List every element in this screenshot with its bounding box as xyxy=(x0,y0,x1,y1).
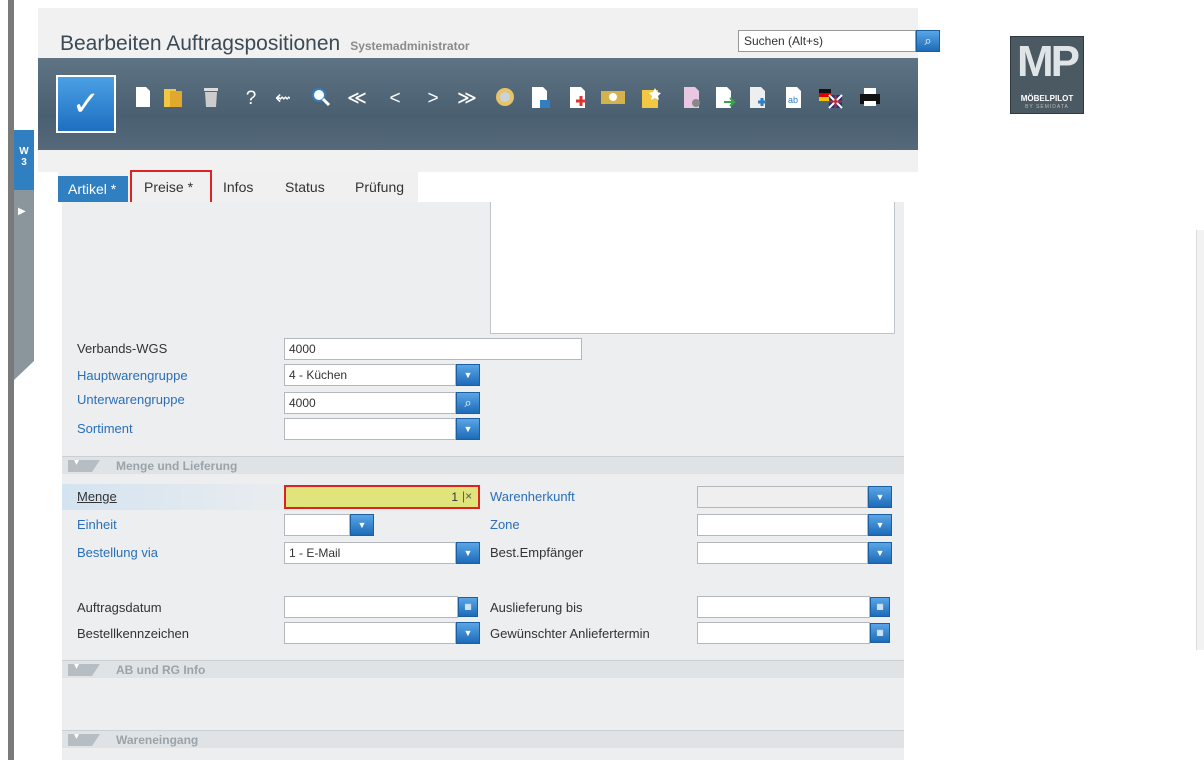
page-title-text: Bearbeiten Auftragspositionen xyxy=(60,32,341,55)
unterwarengruppe-field[interactable]: 4000 xyxy=(284,392,456,414)
toolbar-spacer xyxy=(38,150,918,172)
side-panel-strip[interactable] xyxy=(14,190,34,380)
calendar-icon[interactable]: ▦ xyxy=(458,597,478,617)
previous-record-icon[interactable]: < xyxy=(384,86,406,112)
auftragsdatum-field[interactable] xyxy=(284,596,458,618)
tab-status[interactable]: Status xyxy=(276,172,334,202)
auslieferung-field[interactable] xyxy=(697,596,870,618)
next-record-icon[interactable]: > xyxy=(422,86,444,112)
svg-text:ab: ab xyxy=(788,95,798,105)
hauptwarengruppe-label[interactable]: Hauptwarengruppe xyxy=(77,368,188,383)
page-title: Bearbeiten Auftragspositionen Systemadmin… xyxy=(60,32,470,56)
chevron-down-icon[interactable]: ▼ xyxy=(868,542,892,564)
section-title-menge: Menge und Lieferung xyxy=(116,459,238,473)
verbands-wgs-field[interactable]: 4000 xyxy=(284,338,582,360)
folder-star-icon[interactable] xyxy=(640,86,662,112)
auslieferung-label: Auslieferung bis xyxy=(490,600,583,615)
bestellung-via-label[interactable]: Bestellung via xyxy=(77,545,158,560)
tab-artikel[interactable]: Artikel * xyxy=(58,176,128,202)
save-check-button[interactable]: ✓ xyxy=(56,75,116,133)
document-export-icon[interactable] xyxy=(714,86,737,112)
description-textarea[interactable] xyxy=(490,202,895,334)
last-record-icon[interactable]: ≫ xyxy=(456,86,478,112)
logo-mark: MP xyxy=(1017,37,1080,86)
chevron-down-icon[interactable]: ▼ xyxy=(350,514,374,536)
zone-select[interactable] xyxy=(697,514,868,536)
window-left-border xyxy=(8,0,14,760)
verbands-wgs-label: Verbands-WGS xyxy=(77,341,168,356)
bestellkennzeichen-label: Bestellkennzeichen xyxy=(77,626,190,641)
search-icon[interactable]: ⌕ xyxy=(916,30,940,52)
ab-section-content xyxy=(62,678,904,726)
bestellkennzeichen-select[interactable] xyxy=(284,622,456,644)
document-translate-icon[interactable]: ab xyxy=(784,86,806,112)
vertical-scrollbar[interactable] xyxy=(1196,230,1204,650)
new-document-icon[interactable] xyxy=(132,86,154,112)
einheit-select[interactable] xyxy=(284,514,350,536)
trash-icon[interactable] xyxy=(200,86,222,112)
best-empfaenger-select[interactable] xyxy=(697,542,868,564)
tab-infos[interactable]: Infos xyxy=(214,172,262,202)
chevron-down-icon[interactable]: ▼ xyxy=(456,622,480,644)
chevron-down-icon[interactable]: ▼ xyxy=(868,514,892,536)
document-plus-icon[interactable] xyxy=(748,86,770,112)
search-icon[interactable]: ⌕ xyxy=(456,392,480,414)
language-flag-icon[interactable] xyxy=(818,86,843,112)
auftragsdatum-label: Auftragsdatum xyxy=(77,600,162,615)
sortiment-label[interactable]: Sortiment xyxy=(77,421,133,436)
menge-label: Menge xyxy=(77,489,117,504)
back-arrow-icon[interactable]: ⇜ xyxy=(272,86,294,112)
chevron-down-icon[interactable]: ▼ xyxy=(868,486,892,508)
window-switch-tab[interactable]: W 3 xyxy=(14,130,34,190)
document-add-icon[interactable] xyxy=(568,86,590,112)
unterwarengruppe-label[interactable]: Unterwarengruppe xyxy=(77,392,185,407)
document-settings-icon[interactable] xyxy=(682,86,704,112)
search-input[interactable]: Suchen (Alt+s) xyxy=(738,30,916,52)
menge-field[interactable]: 1 xyxy=(284,485,480,509)
logo-name: MÖBELPILOT xyxy=(1020,94,1074,103)
sortiment-select[interactable] xyxy=(284,418,456,440)
help-icon[interactable]: ? xyxy=(240,86,262,112)
zone-label[interactable]: Zone xyxy=(490,517,520,532)
bestellung-via-select[interactable]: 1 - E-Mail xyxy=(284,542,456,564)
calendar-icon[interactable]: ▦ xyxy=(870,623,890,643)
open-folder-icon[interactable] xyxy=(162,86,184,112)
document-user-icon[interactable] xyxy=(530,86,552,112)
anliefertermin-label: Gewünschter Anliefertermin xyxy=(490,626,650,641)
clear-icon[interactable]: |× xyxy=(462,489,472,503)
warenherkunft-label[interactable]: Warenherkunft xyxy=(490,489,575,504)
chevron-down-icon[interactable]: ▼ xyxy=(456,542,480,564)
print-icon[interactable] xyxy=(858,86,880,112)
coins-icon[interactable] xyxy=(494,86,516,112)
calendar-icon[interactable]: ▦ xyxy=(870,597,890,617)
user-name: Systemadministrator xyxy=(350,39,470,53)
expand-arrow-icon[interactable]: ▶ xyxy=(18,206,26,217)
chevron-down-icon[interactable]: ▼ xyxy=(456,364,480,386)
search-zoom-icon[interactable] xyxy=(310,86,332,112)
chevron-down-icon[interactable]: ▼ xyxy=(456,418,480,440)
einheit-label[interactable]: Einheit xyxy=(77,517,117,532)
section-title-ab: AB und RG Info xyxy=(116,663,206,677)
hauptwarengruppe-select[interactable]: 4 - Küchen xyxy=(284,364,456,386)
anliefertermin-field[interactable] xyxy=(697,622,870,644)
best-empfaenger-label: Best.Empfänger xyxy=(490,545,584,560)
tab-preise[interactable]: Preise * xyxy=(130,170,212,204)
first-record-icon[interactable]: ≪ xyxy=(346,86,368,112)
section-title-wareneingang: Wareneingang xyxy=(116,733,199,747)
tab-pruefung[interactable]: Prüfung xyxy=(346,172,413,202)
money-icon[interactable] xyxy=(600,86,625,112)
logo-subtitle: BY SEMIDATA xyxy=(1025,104,1069,110)
warenherkunft-select[interactable] xyxy=(697,486,868,508)
